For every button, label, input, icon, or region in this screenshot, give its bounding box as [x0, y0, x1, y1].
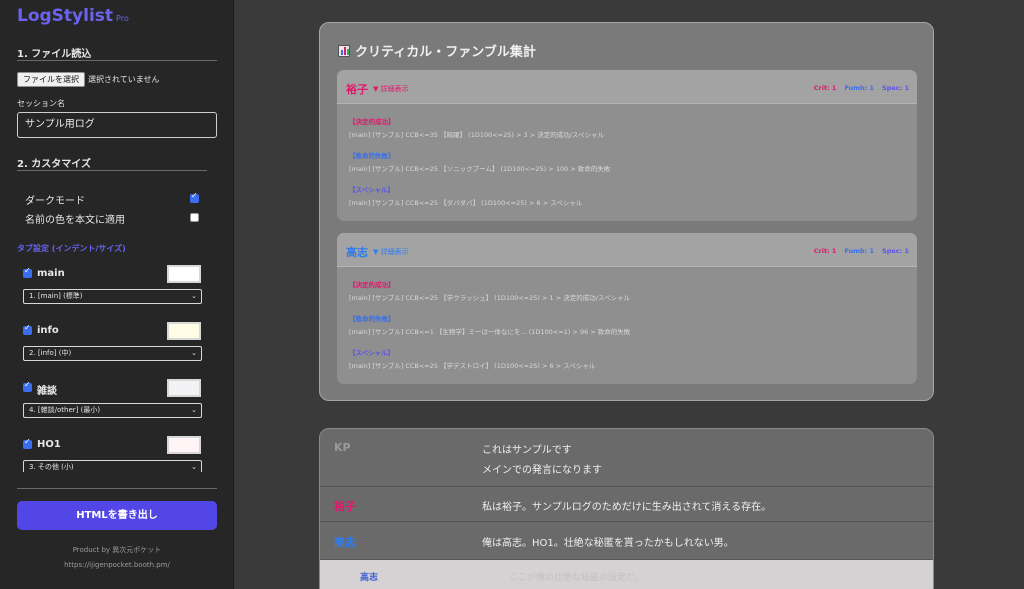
section-file-title: 1. ファイル読込	[17, 49, 92, 60]
tab-enable-checkbox[interactable]	[23, 266, 32, 278]
player-stats: Crit: 1 Fumb: 1 Spec: 1	[813, 247, 909, 255]
divider	[17, 170, 207, 171]
tab-color-picker[interactable]	[167, 265, 201, 283]
chevron-down-icon: ⌄	[191, 463, 197, 471]
credit-url[interactable]: https://ijigenpocket.booth.pm/	[17, 561, 217, 569]
edition-badge: Pro	[116, 14, 129, 23]
tab-enable-checkbox[interactable]	[23, 323, 32, 335]
player-card-header[interactable]: 裕子 ▼ 詳細表示 Crit: 1 Fumb: 1 Spec: 1	[337, 70, 917, 104]
player-stats: Crit: 1 Fumb: 1 Spec: 1	[813, 84, 909, 92]
file-status: 選択されていません	[88, 75, 160, 84]
speaker-name: 高志	[334, 536, 356, 549]
speaker-name: 高志	[360, 573, 379, 583]
log-text: これはサンプルです	[482, 445, 572, 456]
tab-size-select[interactable]: 1. [main] (標準) ⌄	[23, 289, 202, 304]
tab-enable-checkbox[interactable]	[23, 380, 32, 392]
divider	[17, 488, 217, 489]
player-card: 高志 ▼ 詳細表示 Crit: 1 Fumb: 1 Spec: 1 【決定的成功】 …	[337, 233, 917, 384]
log-preview: KP これはサンプルです メインでの発言になります 裕子 私は裕子。サンプルログ…	[319, 428, 934, 589]
tab-enable-checkbox[interactable]	[23, 437, 32, 449]
tab-size-select[interactable]: 4. [雑談/other] (最小) ⌄	[23, 403, 202, 418]
speaker-name: KP	[334, 441, 351, 454]
entry-text: [main] [サンプル] CCB<=25 【学クラッシュ】 (1D100<=2…	[349, 294, 630, 302]
tab-settings-title: タブ設定 (インデント/サイズ)	[17, 244, 126, 253]
name-color-label: 名前の色を本文に適用	[25, 215, 125, 226]
entry-heading: 【決定的成功】	[349, 118, 395, 126]
detail-toggle[interactable]: ▼ 詳細表示	[373, 84, 409, 94]
tab-size-select[interactable]: 3. その他 (小) ⌄	[23, 460, 202, 472]
entry-text: [main] [サンプル] CCB<=25 【ソニックブーム】 (1D100<=…	[349, 165, 611, 173]
log-row: 裕子 私は裕子。サンプルログのためだけに生み出されて消える存在。	[320, 487, 933, 522]
chevron-down-icon: ⌄	[191, 406, 197, 414]
export-html-button[interactable]: HTMLを書き出し	[17, 501, 217, 530]
dark-mode-checkbox[interactable]	[190, 191, 199, 203]
log-text: ここが俺の壮絶な秘匿の設定だ。	[509, 573, 644, 583]
tab-name: 雑談	[37, 386, 57, 397]
entry-text: [main] [サンプル] CCB<=25 【ダバダバ】 (1D100<=25)…	[349, 199, 583, 207]
log-text: 俺は高志。HO1。壮絶な秘匿を貰ったかもしれない男。	[482, 538, 734, 549]
chevron-down-icon: ⌄	[191, 349, 197, 357]
player-name: 高志	[346, 246, 368, 259]
tab-name: main	[37, 268, 65, 279]
tab-color-picker[interactable]	[167, 436, 201, 454]
entry-heading: 【スペシャル】	[349, 186, 395, 194]
session-name-input[interactable]: サンプル用ログ	[17, 112, 217, 138]
credit-line: Product by 異次元ポケット	[72, 546, 162, 554]
dark-mode-label: ダークモード	[25, 196, 85, 207]
log-text: メインでの発言になります	[482, 465, 602, 476]
player-card-header[interactable]: 高志 ▼ 詳細表示 Crit: 1 Fumb: 1 Spec: 1	[337, 233, 917, 267]
app-logo: LogStylist Pro	[17, 6, 129, 26]
divider	[17, 60, 217, 61]
session-name-label: セッション名	[17, 99, 65, 108]
player-card: 裕子 ▼ 詳細表示 Crit: 1 Fumb: 1 Spec: 1 【決定的成功】 …	[337, 70, 917, 221]
name-color-option[interactable]: 名前の色を本文に適用	[25, 211, 203, 226]
critical-summary-card: クリティカル・ファンブル集計 裕子 ▼ 詳細表示 Crit: 1 Fumb: 1S…	[319, 22, 934, 401]
dark-mode-option[interactable]: ダークモード	[25, 191, 203, 207]
chevron-down-icon: ⌄	[191, 292, 197, 300]
speaker-name: 裕子	[334, 500, 356, 513]
detail-toggle[interactable]: ▼ 詳細表示	[373, 247, 409, 257]
sidebar: LogStylist Pro 1. ファイル読込 ファイルを選択 選択されていませ…	[0, 0, 234, 589]
player-name: 裕子	[346, 83, 368, 96]
tab-color-picker[interactable]	[167, 322, 201, 340]
log-row: KP これはサンプルです メインでの発言になります	[320, 429, 933, 487]
log-row: 高志 ここが俺の壮絶な秘匿の設定だ。	[320, 560, 933, 589]
tab-name: HO1	[37, 439, 61, 450]
name-color-checkbox[interactable]	[190, 213, 199, 222]
choose-file-button[interactable]: ファイルを選択	[17, 72, 85, 87]
section-custom-title: 2. カスタマイズ	[17, 159, 91, 170]
critical-summary-title: クリティカル・ファンブル集計	[338, 41, 536, 60]
log-row: 高志 俺は高志。HO1。壮絶な秘匿を貰ったかもしれない男。	[320, 522, 933, 560]
tab-color-picker[interactable]	[167, 379, 201, 397]
entry-heading: 【致命的失敗】	[349, 315, 395, 323]
tab-settings-list[interactable]: main 1. [main] (標準)⌄ info 2. [info] (中)⌄…	[17, 256, 207, 472]
tab-name: info	[37, 325, 59, 336]
bar-chart-icon	[338, 45, 350, 57]
entry-heading: 【スペシャル】	[349, 349, 395, 357]
entry-text: [main] [サンプル] CCB<=1 【生物学】ミ一は一体なにを... (1…	[349, 328, 631, 336]
entry-heading: 【致命的失敗】	[349, 152, 395, 160]
log-text: 私は裕子。サンプルログのためだけに生み出されて消える存在。	[482, 502, 772, 513]
tab-size-select[interactable]: 2. [info] (中) ⌄	[23, 346, 202, 361]
entry-heading: 【決定的成功】	[349, 281, 395, 289]
entry-text: [main] [サンプル] CCB<=25 【学デストロイ】 (1D100<=2…	[349, 362, 596, 370]
entry-text: [main] [サンプル] CCB<=35 【暗躍】 (1D100<=25) >…	[349, 131, 604, 139]
